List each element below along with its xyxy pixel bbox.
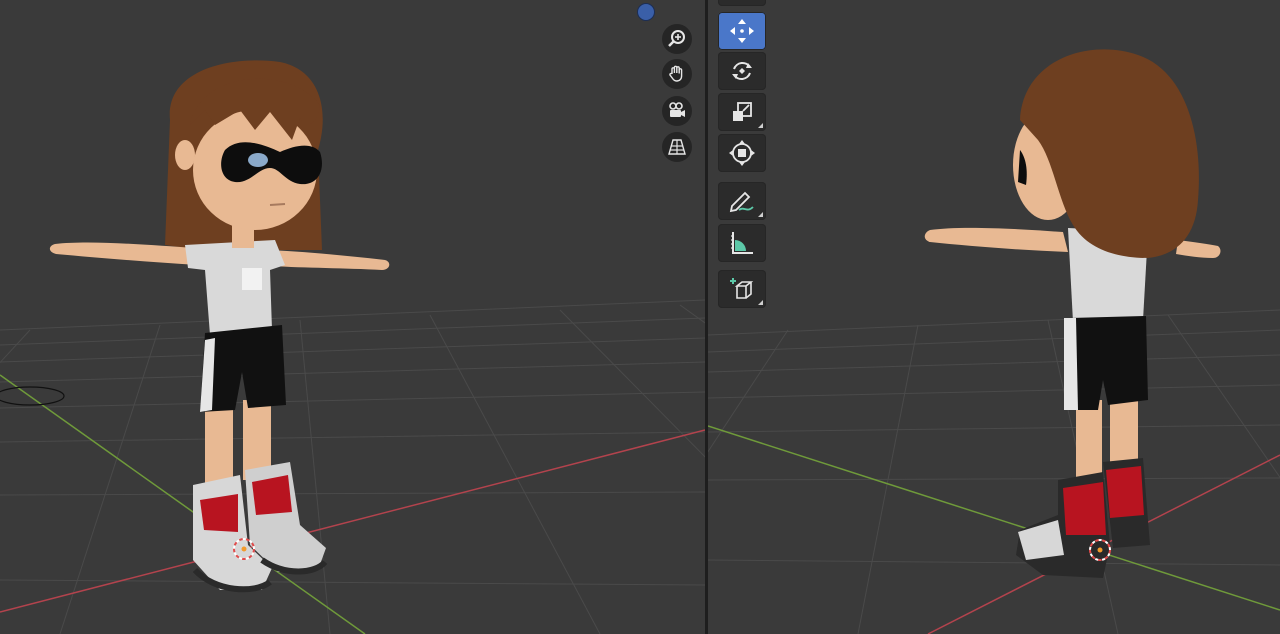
character-front[interactable] xyxy=(49,60,390,593)
measure-icon[interactable] xyxy=(718,224,766,262)
tool-shelf-top xyxy=(718,0,766,6)
pencil-icon[interactable] xyxy=(718,182,766,220)
character-back[interactable] xyxy=(924,49,1221,578)
floor-grid xyxy=(708,309,1280,634)
add-cube-icon[interactable] xyxy=(718,270,766,308)
scale-icon[interactable] xyxy=(718,93,766,131)
axis-ball-icon[interactable] xyxy=(637,3,655,21)
move-icon[interactable] xyxy=(718,12,766,50)
y-axis-line xyxy=(0,374,366,634)
camera-icon[interactable] xyxy=(662,96,692,126)
rotate-icon[interactable] xyxy=(718,52,766,90)
right-scene xyxy=(708,49,1280,634)
grid-perspective-icon[interactable] xyxy=(662,132,692,162)
y-axis-line xyxy=(708,425,1280,611)
hand-icon[interactable] xyxy=(662,59,692,89)
floor-grid xyxy=(0,299,705,634)
transform-icon[interactable] xyxy=(718,134,766,172)
left-3d-viewport[interactable] xyxy=(0,0,705,634)
left-scene xyxy=(0,60,705,634)
empty-object[interactable] xyxy=(0,386,65,406)
zoom-in-icon[interactable] xyxy=(662,24,692,54)
right-3d-viewport[interactable] xyxy=(708,0,1280,634)
